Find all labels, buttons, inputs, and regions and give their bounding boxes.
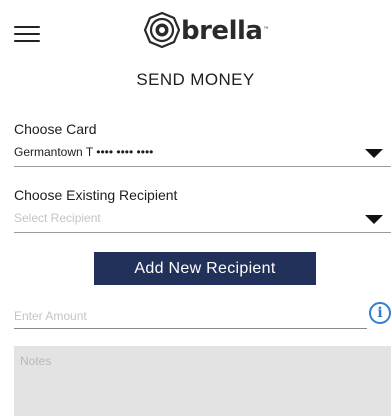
recipient-select[interactable]: Select Recipient <box>14 208 391 233</box>
recipient-label: Choose Existing Recipient <box>14 187 178 203</box>
menu-bar <box>14 26 40 28</box>
amount-field <box>14 300 367 329</box>
brella-logo: brella ™ <box>144 10 268 50</box>
page-title: SEND MONEY <box>136 70 255 89</box>
card-select[interactable]: Germantown T •••• •••• •••• <box>14 142 391 167</box>
notes-textarea[interactable] <box>14 346 391 416</box>
brella-logo-icon <box>144 12 180 48</box>
caret-down-icon[interactable] <box>365 215 383 224</box>
recipient-field: Choose Existing Recipient Select Recipie… <box>14 187 391 233</box>
recipient-placeholder: Select Recipient <box>14 211 101 225</box>
card-field: Choose Card Germantown T •••• •••• •••• <box>14 121 391 167</box>
logo-wordmark: brella <box>181 16 263 46</box>
hamburger-menu-icon[interactable] <box>14 24 40 44</box>
card-label: Choose Card <box>14 121 97 137</box>
logo-trademark: ™ <box>263 26 269 32</box>
menu-bar <box>14 33 40 35</box>
send-money-screen: brella ™ SEND MONEY Choose Card Germanto… <box>0 0 391 416</box>
add-new-recipient-button[interactable]: Add New Recipient <box>94 252 316 285</box>
amount-input[interactable] <box>14 309 314 323</box>
info-icon[interactable]: i <box>369 302 391 324</box>
caret-down-icon[interactable] <box>365 149 383 158</box>
menu-bar <box>14 40 40 42</box>
card-selected-value: Germantown T •••• •••• •••• <box>14 145 154 159</box>
